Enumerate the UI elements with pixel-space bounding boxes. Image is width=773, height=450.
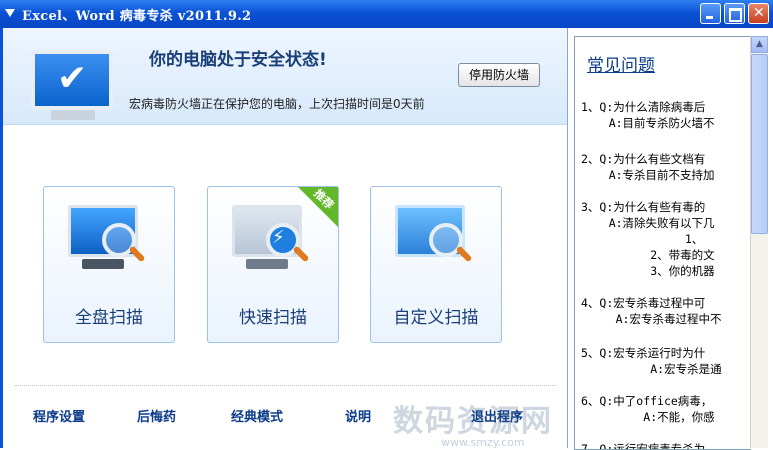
- instructions-link[interactable]: 说明: [345, 406, 371, 425]
- full-scan-icon: [68, 205, 150, 271]
- watermark: 数码资源网: [393, 404, 553, 439]
- status-header: ✔ 你的电脑处于安全状态! 宏病毒防火墙正在保护您的电脑，上次扫描时间是0天前 …: [3, 28, 567, 125]
- app-icon: [5, 9, 15, 17]
- full-scan-label: 全盘扫描: [75, 308, 143, 328]
- lightning-icon: ⚡: [272, 227, 285, 248]
- faq-item: 5、Q:宏专杀运行时为什 A:宏专杀是通: [581, 346, 722, 376]
- monitor-stand: [51, 110, 95, 120]
- faq-item: 6、Q:中了office病毒， A:不能，你感: [581, 394, 715, 424]
- custom-scan-tile[interactable]: 自定义扫描: [370, 186, 502, 343]
- faq-item: 4、Q:宏专杀毒过程中可 A:宏专杀毒过程中不: [581, 296, 722, 326]
- minimize-button[interactable]: [700, 3, 721, 24]
- faq-scrollbar[interactable]: ▲: [750, 36, 768, 448]
- faq-frame: 常见问题 1、Q:为什么清除病毒后 A:目前专杀防火墙不 2、Q:为什么有些文档…: [574, 36, 751, 450]
- faq-title[interactable]: 常见问题: [587, 51, 655, 76]
- window-title: Excel、Word 病毒专杀 v2011.9.2: [22, 9, 252, 24]
- scroll-thumb[interactable]: [751, 54, 768, 234]
- watermark-url: www.smzy.com: [441, 436, 525, 449]
- faq-panel: 常见问题 1、Q:为什么清除病毒后 A:目前专杀防火墙不 2、Q:为什么有些文档…: [567, 28, 773, 450]
- program-settings-link[interactable]: 程序设置: [33, 406, 85, 425]
- custom-scan-label: 自定义扫描: [393, 308, 479, 328]
- main-panel: ✔ 你的电脑处于安全状态! 宏病毒防火墙正在保护您的电脑，上次扫描时间是0天前 …: [0, 28, 567, 449]
- disable-firewall-button[interactable]: 停用防火墙: [458, 63, 540, 87]
- classic-mode-link[interactable]: 经典模式: [231, 406, 283, 425]
- full-scan-tile[interactable]: 全盘扫描: [43, 186, 175, 343]
- secure-monitor-icon: ✔: [31, 50, 113, 110]
- close-button[interactable]: ✕: [748, 3, 769, 24]
- undo-link[interactable]: 后悔药: [137, 406, 176, 425]
- custom-scan-icon: [395, 205, 477, 271]
- faq-item: 7、Q:运行宏病毒专杀为: [581, 442, 706, 450]
- faq-item: 1、Q:为什么清除病毒后 A:目前专杀防火墙不: [581, 100, 715, 130]
- quick-scan-tile[interactable]: 推荐 ⚡ 快速扫描: [207, 186, 339, 343]
- divider: [15, 385, 555, 386]
- quick-scan-icon: ⚡: [232, 205, 314, 271]
- quick-scan-label: 快速扫描: [239, 308, 307, 328]
- status-subtitle: 宏病毒防火墙正在保护您的电脑，上次扫描时间是0天前: [129, 97, 425, 111]
- checkmark-icon: ✔: [57, 58, 88, 99]
- faq-item: 2、Q:为什么有些文档有 A:专杀目前不支持加: [581, 152, 715, 182]
- close-icon: ✕: [753, 5, 765, 21]
- faq-item: 3、Q:为什么有些有毒的 A:清除失败有以下几 1、 2、带毒的文 3、你的机器: [581, 200, 715, 278]
- scroll-up-arrow-icon[interactable]: ▲: [751, 36, 768, 53]
- maximize-button[interactable]: [724, 3, 745, 24]
- title-bar: Excel、Word 病毒专杀 v2011.9.2 ✕: [0, 0, 773, 28]
- status-title: 你的电脑处于安全状态!: [149, 50, 327, 70]
